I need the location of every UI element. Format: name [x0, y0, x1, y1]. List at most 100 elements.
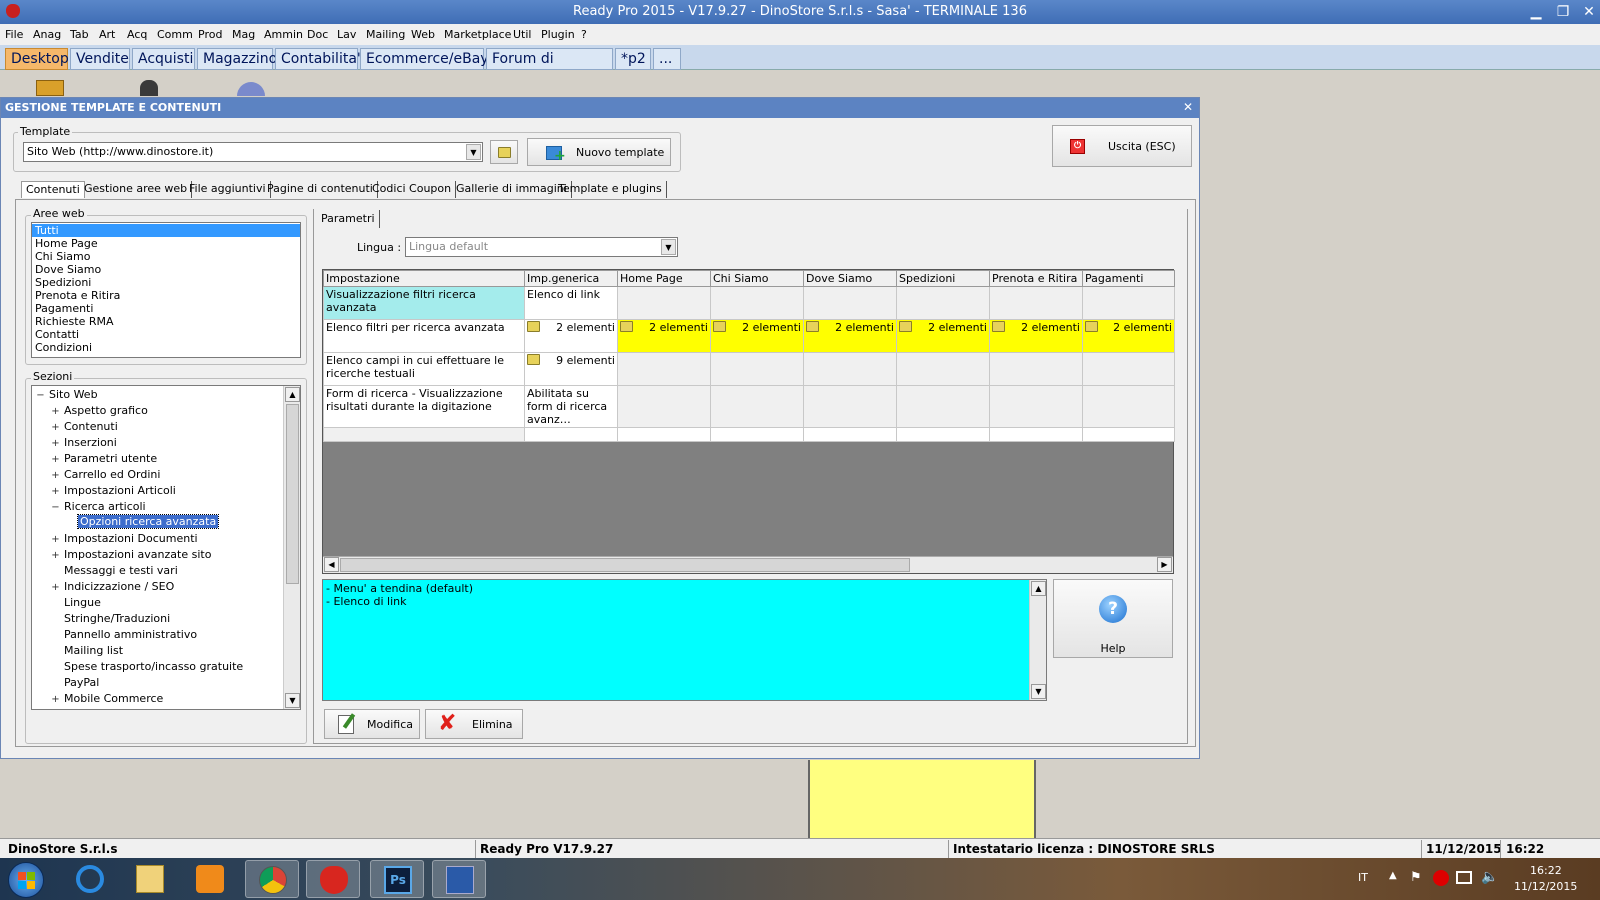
photoshop-taskbar[interactable]: Ps [370, 860, 424, 898]
tab-template-plugins[interactable]: Template e plugins [554, 181, 667, 198]
list-item[interactable]: Richieste RMA [32, 315, 300, 328]
tree-node[interactable]: PayPal [51, 676, 99, 689]
tab-vendite[interactable]: Vendite [70, 48, 130, 70]
tree-expander[interactable]: + [51, 470, 60, 481]
tab-codici-coupon[interactable]: Codici Coupon [368, 181, 457, 198]
remote-desktop-taskbar[interactable] [432, 860, 486, 898]
scroll-up-icon[interactable]: ▲ [1031, 581, 1046, 596]
antivirus-icon[interactable] [1433, 870, 1449, 886]
box-icon[interactable] [36, 80, 64, 96]
column-header[interactable]: Pagamenti [1082, 270, 1175, 287]
exit-button[interactable]: ⏻ Uscita (ESC) [1052, 125, 1192, 167]
menu-prod[interactable]: Prod [198, 28, 222, 41]
chevron-down-icon[interactable]: ▼ [661, 239, 676, 255]
menu-acq[interactable]: Acq [127, 28, 147, 41]
area-cell[interactable]: 2 elementi [1082, 319, 1175, 353]
tab-p2[interactable]: *p2 [615, 48, 651, 70]
generic-cell[interactable]: Elenco di link [524, 286, 618, 320]
tab-desktop[interactable]: Desktop [5, 48, 69, 70]
table-row-empty[interactable] [323, 427, 1175, 442]
tab-magazzino[interactable]: Magazzino [197, 48, 277, 70]
table-row[interactable]: Visualizzazione filtri ricerca avanzata … [323, 286, 1175, 320]
area-cell[interactable] [617, 286, 711, 320]
close-button[interactable]: ✕ [1578, 3, 1600, 21]
area-cell[interactable] [989, 385, 1083, 428]
tree-expander[interactable]: + [51, 486, 60, 497]
tree-node[interactable]: + Carrello ed Ordini [51, 468, 160, 481]
help-button[interactable]: ? Help [1053, 579, 1173, 658]
menu-marketplace[interactable]: Marketplace [444, 28, 511, 41]
sezioni-tree[interactable]: − Sito Web + Aspetto grafico + Contenuti + I… [31, 385, 301, 710]
scroll-left-icon[interactable]: ◀ [324, 557, 339, 572]
tab-forum[interactable]: Forum di supporto [486, 48, 613, 87]
tree-expander[interactable]: − [51, 502, 60, 513]
area-cell[interactable] [1082, 385, 1175, 428]
menu-help[interactable]: ? [581, 28, 587, 41]
modify-button[interactable]: Modifica [324, 709, 420, 739]
table-row[interactable]: Elenco campi in cui effettuare le ricerc… [323, 352, 1175, 386]
media-player-taskbar[interactable] [183, 860, 237, 898]
menu-lav[interactable]: Lav [337, 28, 356, 41]
list-item[interactable]: Condizioni [32, 341, 300, 354]
file-explorer-taskbar[interactable] [123, 860, 177, 898]
scroll-down-icon[interactable]: ▼ [285, 693, 300, 708]
setting-cell[interactable]: Visualizzazione filtri ricerca avanzata [323, 286, 525, 320]
tab-ecommerce[interactable]: Ecommerce/eBay [360, 48, 489, 70]
column-header[interactable]: Spedizioni [896, 270, 990, 287]
ready-pro-taskbar[interactable] [306, 860, 360, 898]
menu-tab[interactable]: Tab [70, 28, 89, 41]
menu-ammin[interactable]: Ammin [264, 28, 303, 41]
menu-anag[interactable]: Anag [33, 28, 61, 41]
tree-expander[interactable]: + [51, 582, 60, 593]
area-cell[interactable] [1082, 352, 1175, 386]
area-cell[interactable] [710, 286, 804, 320]
tab-contenuti[interactable]: Contenuti [21, 181, 85, 198]
volume-icon[interactable]: 🔈 [1481, 869, 1498, 885]
tree-expander[interactable]: + [51, 550, 60, 561]
tab-parametri[interactable]: Parametri [317, 210, 380, 228]
area-cell[interactable] [896, 352, 990, 386]
tree-node[interactable]: Lingue [51, 596, 101, 609]
menu-doc[interactable]: Doc [307, 28, 328, 41]
area-cell[interactable] [989, 352, 1083, 386]
area-cell[interactable] [710, 385, 804, 428]
tree-node[interactable]: − Ricerca articoli [51, 500, 145, 513]
menu-art[interactable]: Art [99, 28, 115, 41]
list-item[interactable]: Home Page [32, 237, 300, 250]
area-cell[interactable] [617, 352, 711, 386]
area-cell[interactable] [803, 385, 897, 428]
window-title-bar[interactable]: Ready Pro 2015 - V17.9.27 - DinoStore S.… [0, 0, 1600, 24]
tree-node[interactable]: + Inserzioni [51, 436, 117, 449]
tab-more[interactable]: ... [653, 48, 681, 70]
tree-node[interactable]: + Impostazioni Documenti [51, 532, 197, 545]
chevron-down-icon[interactable]: ▼ [466, 144, 481, 160]
user-icon[interactable] [140, 80, 158, 96]
chrome-taskbar[interactable] [245, 860, 299, 898]
list-item[interactable]: Chi Siamo [32, 250, 300, 263]
menu-web[interactable]: Web [411, 28, 435, 41]
generic-cell[interactable]: Abilitata su form di ricerca avanz… [524, 385, 618, 428]
options-scrollbar[interactable]: ▲ ▼ [1029, 580, 1046, 700]
area-cell[interactable] [989, 286, 1083, 320]
column-header[interactable]: Chi Siamo [710, 270, 804, 287]
minimize-button[interactable]: ▁ [1525, 3, 1547, 21]
table-row[interactable]: Form di ricerca - Visualizzazione risult… [323, 385, 1175, 428]
tree-expander[interactable]: + [51, 534, 60, 545]
list-item[interactable]: Dove Siamo [32, 263, 300, 276]
grid-hscrollbar[interactable]: ◀ ▶ [323, 556, 1173, 573]
aree-web-list[interactable]: Tutti Home Page Chi Siamo Dove Siamo Spe… [31, 222, 301, 358]
menu-util[interactable]: Util [513, 28, 531, 41]
scroll-thumb[interactable] [286, 404, 299, 584]
template-select[interactable]: Sito Web (http://www.dinostore.it) ▼ [23, 142, 483, 162]
area-cell[interactable]: 2 elementi [803, 319, 897, 353]
menu-plugin[interactable]: Plugin [541, 28, 575, 41]
clock-date[interactable]: 11/12/2015 [1514, 880, 1577, 893]
globe-icon[interactable] [237, 82, 265, 96]
tree-expander[interactable]: − [36, 390, 45, 401]
tray-expand-icon[interactable]: ▲ [1389, 870, 1397, 881]
lingua-select[interactable]: Lingua default ▼ [405, 237, 678, 257]
area-cell[interactable]: 2 elementi [710, 319, 804, 353]
tab-gestione-aree-web[interactable]: Gestione aree web [80, 181, 193, 198]
generic-cell[interactable]: 2 elementi [524, 319, 618, 353]
area-cell[interactable]: 2 elementi [989, 319, 1083, 353]
